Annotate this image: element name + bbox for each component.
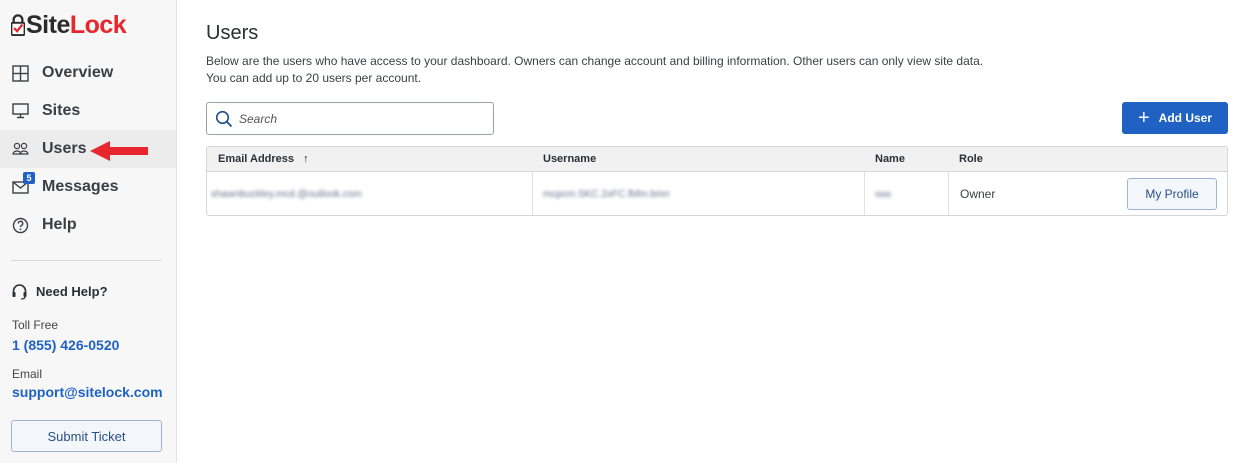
sidebar-divider — [11, 260, 162, 261]
sidebar-nav: Overview Sites Users 5 Messages Help — [0, 54, 176, 244]
search-placeholder: Search — [239, 111, 278, 126]
message-count-badge: 5 — [23, 172, 35, 184]
column-divider — [948, 172, 949, 215]
email-label: Email — [12, 367, 43, 381]
sidebar: SiteLock Overview Sites Users 5 Messages… — [0, 0, 177, 463]
search-input[interactable]: Search — [206, 102, 494, 135]
add-user-label: Add User — [1158, 111, 1213, 125]
plus-icon: + — [1137, 107, 1150, 129]
users-icon — [11, 140, 29, 158]
need-help-title: Need Help? — [36, 284, 108, 299]
phone-link[interactable]: 1 (855) 426-0520 — [12, 337, 119, 353]
need-help-heading: Need Help? — [11, 283, 108, 300]
sitelock-logo[interactable]: SiteLock — [11, 10, 127, 40]
cell-username: mcpcm.SKC.2xFC.fbfm.bmn — [543, 188, 670, 200]
grid-icon — [11, 64, 29, 82]
monitor-icon — [11, 102, 29, 120]
headset-icon — [12, 284, 27, 300]
cell-name: rbbb — [875, 189, 892, 199]
cell-email: shawnbuckley.mcd.@outlook.com — [211, 188, 362, 200]
sidebar-item-label: Users — [42, 140, 87, 157]
sidebar-item-label: Messages — [42, 178, 119, 195]
column-header-email[interactable]: Email Address ↑ — [218, 147, 309, 172]
question-icon — [11, 216, 29, 234]
sidebar-item-overview[interactable]: Overview — [0, 54, 176, 92]
sidebar-item-messages[interactable]: 5 Messages — [0, 168, 176, 206]
logo-text: SiteLock — [26, 11, 127, 39]
sort-ascending-icon: ↑ — [303, 153, 309, 165]
sidebar-item-label: Overview — [42, 64, 114, 81]
page-description: Below are the users who have access to y… — [206, 54, 984, 85]
table-row: shawnbuckley.mcd.@outlook.com mcpcm.SKC.… — [207, 172, 1227, 215]
red-arrow-annotation-icon — [90, 141, 148, 161]
column-divider — [532, 172, 533, 215]
toll-free-label: Toll Free — [12, 318, 59, 332]
page-title: Users — [206, 22, 259, 44]
sidebar-item-sites[interactable]: Sites — [0, 92, 176, 130]
column-header-name[interactable]: Name — [875, 147, 905, 172]
sidebar-item-users[interactable]: Users — [0, 130, 176, 168]
add-user-button[interactable]: + Add User — [1122, 102, 1228, 134]
users-table: Email Address ↑ Username Name Role shawn… — [206, 146, 1228, 216]
search-icon — [215, 110, 233, 127]
sidebar-item-help[interactable]: Help — [0, 206, 176, 244]
mail-icon: 5 — [11, 172, 35, 196]
sidebar-item-label: Help — [42, 216, 77, 233]
cell-role: Owner — [960, 187, 996, 201]
my-profile-button[interactable]: My Profile — [1127, 178, 1217, 210]
column-header-username[interactable]: Username — [543, 147, 596, 172]
sidebar-item-label: Sites — [42, 102, 81, 119]
lock-logo-icon — [11, 14, 25, 37]
table-header: Email Address ↑ Username Name Role — [207, 147, 1227, 172]
column-header-role[interactable]: Role — [959, 147, 983, 172]
column-divider — [864, 172, 865, 215]
support-email-link[interactable]: support@sitelock.com — [12, 384, 163, 400]
submit-ticket-button[interactable]: Submit Ticket — [11, 420, 162, 452]
